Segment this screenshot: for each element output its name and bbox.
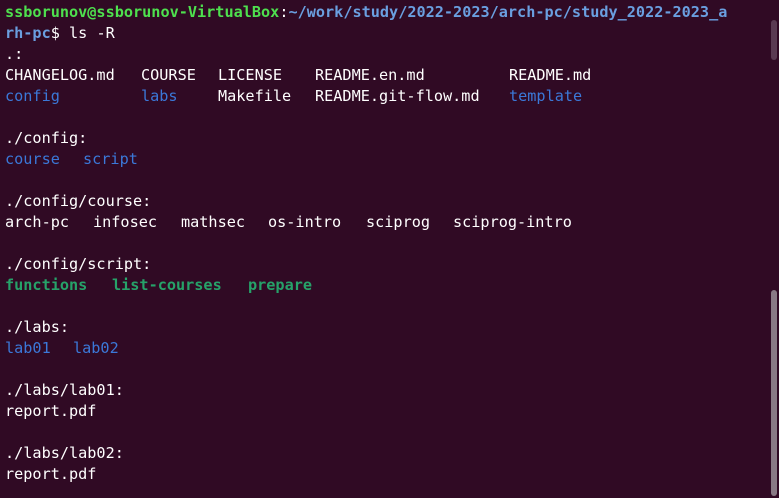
listing-heading-lab01: ./labs/lab01: bbox=[5, 381, 124, 399]
scrollbar[interactable] bbox=[767, 0, 779, 498]
prompt-user-host: ssborunov@ssborunov-VirtualBox bbox=[5, 3, 280, 21]
listing-row-labs: lab01 lab02 bbox=[5, 338, 767, 359]
listing-row-root-2: config labs Makefile README.git-flow.md temp… bbox=[5, 86, 767, 107]
listing-heading-config: ./config: bbox=[5, 129, 88, 147]
file-makefile: Makefile bbox=[218, 87, 292, 105]
dir-lab01: lab01 bbox=[5, 339, 51, 357]
exe-list-courses: list-courses bbox=[112, 276, 222, 294]
file-sciprog: sciprog bbox=[366, 213, 431, 231]
file-license: LICENSE bbox=[218, 66, 283, 84]
listing-row-lab01: report.pdf bbox=[5, 401, 767, 422]
listing-row-config-course: arch-pc infosec mathsec os-intro sciprog scip… bbox=[5, 212, 767, 233]
listing-heading-config-course: ./config/course: bbox=[5, 192, 152, 210]
file-mathsec: mathsec bbox=[181, 213, 246, 231]
dir-lab02: lab02 bbox=[73, 339, 119, 357]
terminal-output[interactable]: ssborunov@ssborunov-VirtualBox:~/work/st… bbox=[5, 2, 767, 498]
dir-course: course bbox=[5, 150, 60, 168]
dir-template: template bbox=[509, 87, 583, 105]
prompt-line-2: rh-pc$ ls -R bbox=[5, 23, 767, 44]
listing-heading-lab02: ./labs/lab02: bbox=[5, 444, 124, 462]
terminal-window[interactable]: ssborunov@ssborunov-VirtualBox:~/work/st… bbox=[0, 0, 779, 498]
file-sciprog-intro: sciprog-intro bbox=[453, 213, 572, 231]
dir-labs: labs bbox=[141, 87, 178, 105]
prompt-line-1: ssborunov@ssborunov-VirtualBox:~/work/st… bbox=[5, 2, 767, 23]
file-changelog: CHANGELOG.md bbox=[5, 66, 115, 84]
listing-row-lab02: report.pdf bbox=[5, 464, 767, 485]
listing-heading-labs: ./labs: bbox=[5, 318, 70, 336]
file-readme-git-flow: README.git-flow.md bbox=[315, 87, 480, 105]
file-infosec: infosec bbox=[93, 213, 158, 231]
listing-row-config: course script bbox=[5, 149, 767, 170]
command-text: ls -R bbox=[59, 24, 115, 42]
prompt-path: ~/work/study/2022-2023/arch-pc/study_202… bbox=[288, 3, 728, 21]
scrollbar-track-marker bbox=[771, 20, 777, 60]
dir-config: config bbox=[5, 87, 60, 105]
file-course: COURSE bbox=[141, 66, 196, 84]
dir-script: script bbox=[83, 150, 138, 168]
file-report-lab01: report.pdf bbox=[5, 402, 97, 420]
listing-row-root-1: CHANGELOG.md COURSE LICENSE README.en.md REA… bbox=[5, 65, 767, 86]
file-arch-pc: arch-pc bbox=[5, 213, 70, 231]
file-report-lab02: report.pdf bbox=[5, 465, 97, 483]
exe-functions: functions bbox=[5, 276, 88, 294]
prompt-path-continued: rh-pc bbox=[5, 24, 51, 42]
listing-heading-root: .: bbox=[5, 45, 24, 63]
file-readme-en: README.en.md bbox=[315, 66, 425, 84]
listing-row-config-script: functions list-courses prepare bbox=[5, 275, 767, 296]
exe-prepare: prepare bbox=[248, 276, 313, 294]
scrollbar-thumb[interactable] bbox=[771, 290, 777, 496]
file-os-intro: os-intro bbox=[268, 213, 342, 231]
listing-heading-config-script: ./config/script: bbox=[5, 255, 152, 273]
file-readme: README.md bbox=[509, 66, 592, 84]
prompt-symbol: $ bbox=[50, 24, 60, 42]
